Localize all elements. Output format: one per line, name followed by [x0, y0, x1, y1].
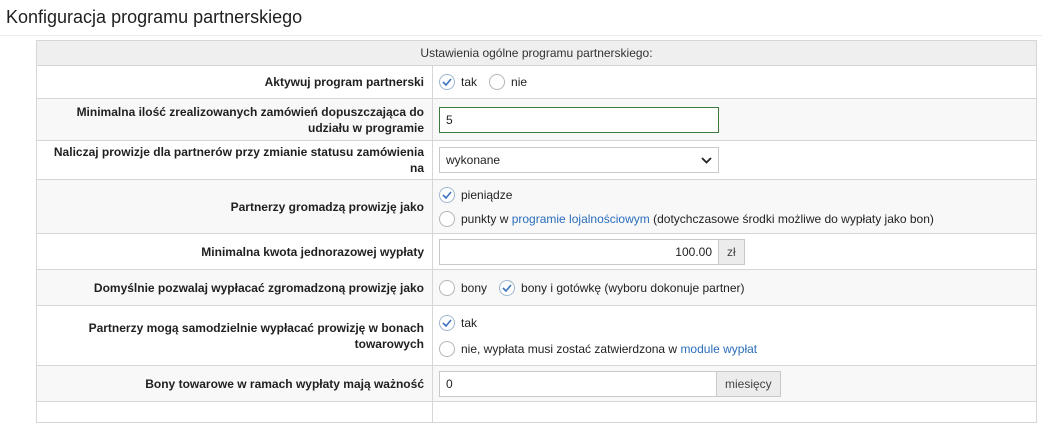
- commission-status-select[interactable]: wykonane: [439, 147, 719, 173]
- row-label: Aktywuj program partnerski: [37, 66, 433, 98]
- row-commission-status: Naliczaj prowizje dla partnerów przy zmi…: [37, 141, 1036, 180]
- row-label: Minimalna ilość zrealizowanych zamówień …: [37, 99, 433, 140]
- months-addon: miesięcy: [717, 370, 781, 397]
- row-label: [37, 402, 433, 422]
- min-payout-input[interactable]: 100.00: [439, 238, 719, 265]
- radio-payout-vouchers[interactable]: bony: [439, 278, 487, 298]
- radio-checked-icon: [439, 314, 455, 331]
- page-title: Konfiguracja programu partnerskiego: [6, 7, 303, 27]
- settings-table: Ustawienia ogólne programu partnerskiego…: [36, 40, 1037, 423]
- row-self-payout: Partnerzy mogą samodzielnie wypłacać pro…: [37, 306, 1036, 366]
- radio-collect-points[interactable]: punkty w programie lojalnościowym (dotyc…: [439, 209, 1024, 229]
- row-label: Bony towarowe w ramach wypłaty mają ważn…: [37, 366, 433, 401]
- radio-unchecked-icon: [489, 74, 506, 90]
- voucher-validity-input[interactable]: 0: [439, 370, 717, 397]
- row-collect: Partnerzy gromadzą prowizję jako pieniąd…: [37, 180, 1036, 234]
- radio-activate-yes[interactable]: tak: [439, 72, 477, 92]
- radio-payout-both[interactable]: bony i gotówkę (wyboru dokonuje partner): [499, 278, 745, 298]
- radio-checked-icon: [439, 186, 455, 203]
- radio-activate-no[interactable]: nie: [489, 72, 527, 92]
- row-activate: Aktywuj program partnerski tak nie: [37, 66, 1036, 99]
- loyalty-program-link[interactable]: programie lojalnościowym: [512, 212, 650, 226]
- title-divider: [0, 35, 1042, 36]
- currency-addon: zł: [719, 238, 745, 265]
- row-label: Partnerzy gromadzą prowizję jako: [37, 180, 433, 233]
- row-min-payout: Minimalna kwota jednorazowej wypłaty 100…: [37, 234, 1036, 270]
- table-header: Ustawienia ogólne programu partnerskiego…: [37, 41, 1036, 66]
- radio-checked-icon: [439, 74, 455, 90]
- radio-unchecked-icon: [439, 340, 455, 357]
- radio-collect-money[interactable]: pieniądze: [439, 185, 1024, 205]
- min-orders-input[interactable]: 5: [439, 106, 719, 133]
- radio-unchecked-icon: [439, 210, 455, 227]
- radio-checked-icon: [499, 279, 516, 296]
- chevron-down-icon: [701, 153, 712, 167]
- payout-module-link[interactable]: module wypłat: [680, 342, 757, 356]
- row-label: Minimalna kwota jednorazowej wypłaty: [37, 234, 433, 269]
- row-default-payout: Domyślnie pozwalaj wypłacać zgromadzoną …: [37, 270, 1036, 306]
- row-label: Domyślnie pozwalaj wypłacać zgromadzoną …: [37, 270, 433, 305]
- row-min-orders: Minimalna ilość zrealizowanych zamówień …: [37, 99, 1036, 141]
- radio-self-payout-yes[interactable]: tak: [439, 313, 1024, 333]
- row-label: Naliczaj prowizje dla partnerów przy zmi…: [37, 141, 433, 179]
- row-label: Partnerzy mogą samodzielnie wypłacać pro…: [37, 306, 433, 365]
- row-voucher-validity: Bony towarowe w ramach wypłaty mają ważn…: [37, 366, 1036, 402]
- radio-self-payout-no[interactable]: nie, wypłata musi zostać zatwierdzona w …: [439, 339, 1024, 359]
- radio-unchecked-icon: [439, 279, 455, 296]
